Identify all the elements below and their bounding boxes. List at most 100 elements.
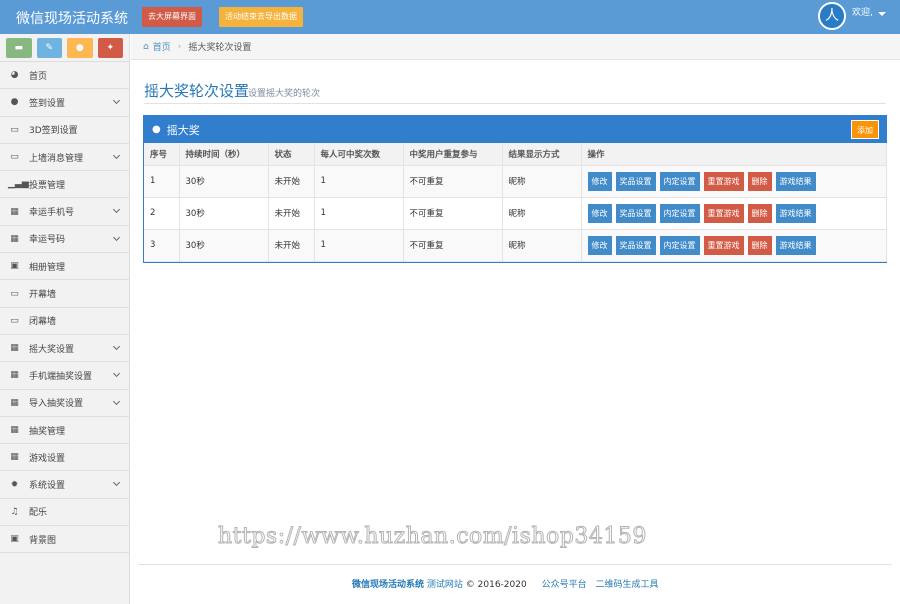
rounds-table: 序号 持续时间（秒） 状态 每人可中奖次数 中奖用户重复参与 结果显示方式 操作 1 30秒未… — [144, 143, 887, 262]
sidebar-item[interactable]: ▦ 手机端抽奖设置 — [0, 362, 129, 390]
sidebar-item[interactable]: ▦ 导入抽奖设置 — [0, 390, 129, 417]
table-row: 2 30秒 未开始 1 不可重复 昵称 修改 奖品设置 内定设置 重置游戏 删除 游戏结果 — [144, 197, 887, 230]
action-button[interactable]: 删除 — [747, 235, 772, 255]
footer: 微信现场活动系统 测试网站 © 2016-2020 公众号平台 二维码生成工具 — [352, 577, 658, 590]
table-cell: 1 — [314, 229, 404, 262]
cogs-icon[interactable]: ✦ — [97, 38, 123, 58]
sidebar-item[interactable]: ▁▃▅ 投票管理 — [0, 171, 129, 199]
gift-icon: ▦ — [10, 233, 19, 244]
chevron-down-icon[interactable] — [112, 151, 121, 159]
sidebar-item[interactable]: ▭ 上墙消息管理 — [0, 144, 129, 172]
desktop-icon: ▭ — [10, 152, 19, 163]
sidebar-menu: ◕ 首页 ● 签到设置 ▭ 3D签到设置 ▭ 上墙消息管理 ▁▃▅ 投票管理 ▦ 幸运手机号 ▦ 幸运号码… — [0, 62, 129, 554]
sidebar-item-label: 投票管理 — [29, 180, 66, 191]
chevron-down-icon[interactable] — [112, 97, 121, 105]
action-button[interactable]: 奖品设置 — [615, 171, 656, 191]
users-icon[interactable]: ● — [67, 38, 93, 58]
avatar[interactable]: 人 — [818, 2, 846, 30]
chevron-down-icon[interactable] — [112, 233, 121, 241]
table-cell: 3 — [144, 229, 180, 262]
pencil-icon[interactable]: ✎ — [36, 38, 62, 58]
sidebar-item[interactable]: ▭ 开幕墙 — [0, 280, 129, 308]
users-icon: ● — [10, 97, 19, 108]
action-button[interactable]: 奖品设置 — [615, 203, 656, 223]
sidebar-item[interactable]: ✹ 系统设置 — [0, 471, 129, 499]
sidebar-item[interactable]: ▣ 相册管理 — [0, 253, 129, 281]
gift-icon: ▦ — [10, 343, 19, 354]
breadcrumb-home[interactable]: 首页 — [153, 40, 171, 53]
big-screen-button[interactable]: 去大屏幕界面 — [142, 7, 202, 27]
table-cell: 昵称 — [502, 197, 582, 230]
action-button[interactable]: 奖品设置 — [615, 235, 656, 255]
caret-down-icon[interactable] — [878, 12, 886, 16]
breadcrumb: ⌂ 首页 › 摇大奖轮次设置 — [131, 34, 900, 60]
sidebar-item-label: 配乐 — [29, 508, 48, 519]
cog-icon: ✹ — [10, 479, 19, 490]
sidebar-item[interactable]: ▦ 幸运号码 — [0, 226, 129, 254]
chevron-down-icon[interactable] — [112, 342, 121, 351]
sidebar-item[interactable]: ▦ 摇大奖设置 — [0, 335, 129, 363]
action-button[interactable]: 重置游戏 — [703, 235, 744, 255]
column-header: 结果显示方式 — [502, 143, 582, 166]
home-icon[interactable]: ⌂ — [143, 42, 149, 52]
sidebar-item[interactable]: ▦ 抽奖管理 — [0, 417, 129, 445]
action-button[interactable]: 内定设置 — [659, 235, 700, 255]
sidebar-item[interactable]: ▦ 游戏设置 — [0, 444, 129, 472]
column-header: 每人可中奖次数 — [314, 143, 404, 166]
action-button[interactable]: 重置游戏 — [703, 203, 744, 223]
sidebar-item-label: 开幕墙 — [29, 290, 57, 301]
sidebar-item[interactable]: ▭ 闭幕墙 — [0, 308, 129, 335]
action-button[interactable]: 重置游戏 — [703, 171, 744, 191]
gift-icon: ▦ — [10, 425, 19, 435]
dashboard-icon: ◕ — [10, 70, 19, 81]
action-button[interactable]: 内定设置 — [659, 203, 700, 223]
table-cell: 不可重复 — [403, 197, 503, 230]
signal-icon: ▁▃▅ — [8, 179, 29, 190]
chevron-down-icon[interactable] — [112, 397, 121, 405]
sidebar-item-label: 背景图 — [29, 535, 57, 546]
action-button[interactable]: 删除 — [747, 171, 772, 191]
action-button[interactable]: 修改 — [587, 203, 612, 223]
footer-link-platform[interactable]: 公众号平台 — [542, 580, 587, 590]
table-cell: 未开始 — [268, 229, 315, 262]
column-header: 持续时间（秒） — [179, 143, 269, 166]
sidebar-item[interactable]: ▣ 背景图 — [0, 526, 129, 554]
sidebar-item-label: 首页 — [29, 71, 48, 82]
add-button[interactable]: 添加 — [851, 120, 879, 139]
column-header: 序号 — [144, 143, 180, 166]
table-row: 1 30秒 未开始 1 不可重复 昵称 修改 奖品设置 内定设置 重置游戏 删除 游戏结果 — [144, 165, 887, 198]
sidebar-item[interactable]: ◕ 首页 — [0, 62, 129, 90]
lottery-widget: ● 摇大奖 添加 序号 持续时间（秒） 状态 每人可中奖次数 中奖用户重复参与 结果显示方… — [143, 115, 887, 263]
sidebar-item[interactable]: ▭ 3D签到设置 — [0, 117, 129, 144]
sidebar-item-label: 游戏设置 — [29, 453, 66, 464]
actions-cell: 修改 奖品设置 内定设置 重置游戏 删除 游戏结果 — [581, 165, 887, 198]
action-button[interactable]: 游戏结果 — [775, 235, 816, 255]
desktop-icon: ▭ — [10, 315, 19, 326]
sidebar-item-label: 签到设置 — [29, 98, 66, 109]
table-cell: 2 — [144, 197, 180, 230]
chevron-down-icon[interactable] — [112, 206, 121, 214]
sidebar-item-label: 系统设置 — [29, 481, 66, 492]
sidebar-item[interactable]: ● 签到设置 — [0, 89, 129, 117]
footer-link-qrcode[interactable]: 二维码生成工具 — [595, 580, 658, 590]
chevron-down-icon[interactable] — [112, 479, 121, 487]
app-title[interactable]: 微信现场活动系统 — [16, 8, 128, 28]
action-button[interactable]: 游戏结果 — [775, 203, 816, 223]
column-header: 中奖用户重复参与 — [403, 143, 503, 166]
action-button[interactable]: 内定设置 — [659, 171, 700, 191]
table-cell: 1 — [314, 165, 404, 198]
sidebar-shortcuts: ▬ ✎ ● ✦ — [0, 34, 129, 62]
sidebar-item-label: 幸运号码 — [29, 235, 66, 246]
action-button[interactable]: 删除 — [747, 203, 772, 223]
action-button[interactable]: 修改 — [587, 235, 612, 255]
export-data-button[interactable]: 活动结束去导出数据 — [219, 7, 303, 27]
sidebar-item[interactable]: ♫ 配乐 — [0, 499, 129, 527]
action-button[interactable]: 修改 — [587, 171, 612, 191]
desktop-icon: ▭ — [10, 288, 19, 299]
top-navbar: 微信现场活动系统 去大屏幕界面 活动结束去导出数据 人 欢迎, — [0, 0, 900, 34]
action-button[interactable]: 游戏结果 — [775, 171, 816, 191]
chevron-down-icon[interactable] — [112, 370, 121, 378]
sidebar-item[interactable]: ▦ 幸运手机号 — [0, 198, 129, 226]
actions-cell: 修改 奖品设置 内定设置 重置游戏 删除 游戏结果 — [581, 229, 887, 262]
comment-icon[interactable]: ▬ — [6, 38, 32, 58]
